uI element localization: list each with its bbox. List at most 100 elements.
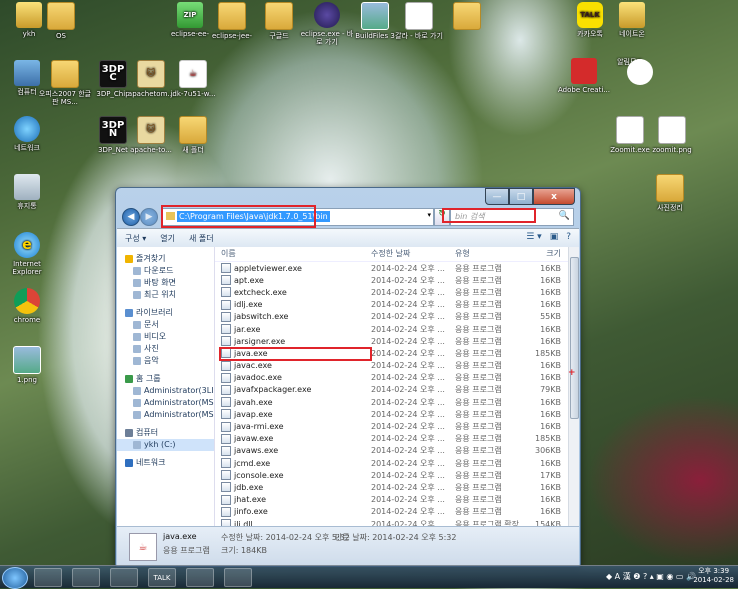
back-button[interactable]: ◀ — [122, 208, 140, 226]
desktop-icon-label: eclipse.exe - 바로 가기 — [300, 30, 354, 46]
vertical-scrollbar[interactable] — [568, 247, 579, 526]
search-box[interactable]: bin 검색 🔍 — [450, 208, 574, 226]
column-name[interactable]: 이름 — [215, 247, 367, 261]
file-row[interactable]: jar.exe 2014-02-24 오후 ... 응용 프로그램 16KB — [215, 323, 569, 335]
nav-group-header[interactable]: 네트워크 — [117, 457, 214, 469]
desktop-icon[interactable]: 구글드 — [252, 2, 306, 40]
explorer-window[interactable]: — □ x ◀ ▶ C:\Program Files\Java\jdk1.7.0… — [115, 187, 581, 567]
column-type[interactable]: 유형 — [451, 247, 521, 261]
scrollbar-thumb[interactable] — [570, 257, 579, 419]
exe-file-icon — [221, 263, 231, 274]
view-options-icon[interactable]: ☰ ▾ — [526, 232, 541, 242]
refresh-button[interactable]: ↻ — [434, 208, 450, 226]
file-row[interactable]: jinfo.exe 2014-02-24 오후 ... 응용 프로그램 16KB — [215, 506, 569, 518]
nav-item[interactable]: Administrator(3LINE — [117, 385, 214, 397]
maximize-button[interactable]: □ — [509, 188, 533, 205]
file-row[interactable]: java-rmi.exe 2014-02-24 오후 ... 응용 프로그램 16KB — [215, 420, 569, 432]
file-row[interactable]: jarsigner.exe 2014-02-24 오후 ... 응용 프로그램 16K… — [215, 335, 569, 347]
search-icon[interactable]: 🔍 — [559, 211, 570, 221]
preview-pane-icon[interactable]: ▣ — [550, 232, 559, 242]
nav-item[interactable]: Administrator(MSDN — [117, 397, 214, 409]
start-button[interactable] — [2, 567, 28, 589]
file-size: 16KB — [540, 482, 561, 492]
organize-button[interactable]: 구성 ▾ — [125, 233, 146, 244]
desktop-icon[interactable]: ☕ jdk-7u51-w... — [166, 60, 220, 98]
nav-item[interactable]: 문서 — [117, 319, 214, 331]
nav-item-icon — [133, 387, 141, 395]
system-tray[interactable]: ◆ A 漢 ❷ ? ▴ ▣ ◉ ▭ 🔊 — [606, 571, 696, 582]
desktop-icon[interactable] — [440, 2, 494, 32]
nav-item[interactable]: 다운로드 — [117, 265, 214, 277]
file-row[interactable]: javaws.exe 2014-02-24 오후 ... 응용 프로그램 306KB — [215, 445, 569, 457]
file-row[interactable]: appletviewer.exe 2014-02-24 오후 ... 응용 프로그램… — [215, 262, 569, 274]
nav-group-header[interactable]: 라이브러리 — [117, 307, 214, 319]
nav-item[interactable]: 최근 위치 — [117, 289, 214, 301]
nav-item[interactable]: Administrator(MSDN — [117, 409, 214, 421]
minimize-button[interactable]: — — [485, 188, 509, 205]
nav-item[interactable]: 바탕 화면 — [117, 277, 214, 289]
file-row[interactable]: jconsole.exe 2014-02-24 오후 ... 응용 프로그램 17KB — [215, 469, 569, 481]
nav-group-header[interactable]: 컴퓨터 — [117, 427, 214, 439]
address-bar[interactable]: C:\Program Files\Java\jdk1.7.0_51\bin ▾ — [162, 208, 434, 226]
desktop-icon-label: 사진정리 — [657, 204, 683, 212]
desktop-icon[interactable]: 사진정리 — [643, 174, 697, 212]
file-row[interactable]: javaw.exe 2014-02-24 오후 ... 응용 프로그램 185KB — [215, 433, 569, 445]
desktop-icon[interactable]: zoomit.png — [645, 116, 699, 154]
taskbar-app[interactable] — [110, 568, 138, 587]
file-row[interactable]: jcmd.exe 2014-02-24 오후 ... 응용 프로그램 16KB — [215, 457, 569, 469]
file-row[interactable]: jli.dll 2014-02-24 오후 ... 응용 프로그램 확장 154KB — [215, 518, 569, 526]
file-name: jar.exe — [215, 324, 367, 335]
nav-item[interactable]: 음악 — [117, 355, 214, 367]
img-icon — [13, 346, 41, 374]
taskbar-app[interactable] — [224, 568, 252, 587]
desktop-icon[interactable]: OS — [34, 2, 88, 40]
file-row[interactable]: java.exe 2014-02-24 오후 ... 응용 프로그램 185KB — [215, 347, 569, 359]
open-button[interactable]: 열기 — [160, 233, 175, 244]
new-folder-button[interactable]: 새 폴더 — [189, 233, 214, 244]
desktop-icon[interactable]: e Internet Explorer — [0, 232, 54, 276]
forward-button[interactable]: ▶ — [140, 208, 158, 226]
close-button[interactable]: x — [533, 188, 575, 205]
file-row[interactable]: javadoc.exe 2014-02-24 오후 ... 응용 프로그램 16KB — [215, 372, 569, 384]
file-date: 2014-02-24 오후 ... — [371, 446, 445, 456]
nav-item-label: 문서 — [144, 320, 159, 329]
address-dropdown-icon[interactable]: ▾ — [427, 211, 431, 219]
taskbar-app[interactable] — [186, 568, 214, 587]
nav-item[interactable]: ykh (C:) — [117, 439, 214, 451]
column-date[interactable]: 수정한 날짜 — [367, 247, 451, 261]
nav-item-icon — [133, 267, 141, 275]
nav-item[interactable]: 비디오 — [117, 331, 214, 343]
taskbar-app[interactable] — [34, 568, 62, 587]
desktop-icon[interactable]: chrome — [0, 288, 54, 324]
nav-group-header[interactable]: 즐겨찾기 — [117, 253, 214, 265]
file-row[interactable]: jabswitch.exe 2014-02-24 오후 ... 응용 프로그램 55K… — [215, 311, 569, 323]
file-row[interactable]: apt.exe 2014-02-24 오후 ... 응용 프로그램 16KB — [215, 274, 569, 286]
desktop-icon[interactable]: 네트워크 — [0, 116, 54, 152]
nav-group-header[interactable]: 홈 그룹 — [117, 373, 214, 385]
file-row[interactable]: extcheck.exe 2014-02-24 오후 ... 응용 프로그램 16KB — [215, 286, 569, 298]
file-row[interactable]: javap.exe 2014-02-24 오후 ... 응용 프로그램 16KB — [215, 408, 569, 420]
desktop-icon[interactable]: eclipse.exe - 바로 가기 — [300, 2, 354, 46]
nav-item-icon — [133, 321, 141, 329]
nav-item[interactable]: 사진 — [117, 343, 214, 355]
file-row[interactable]: idlj.exe 2014-02-24 오후 ... 응용 프로그램 16KB — [215, 299, 569, 311]
desktop-icon[interactable]: 1.png — [0, 346, 54, 384]
desktop-icon[interactable]: 새 폴더 — [166, 116, 220, 154]
taskbar-app[interactable] — [72, 568, 100, 587]
desktop-icon[interactable]: eclipse-jee- — [205, 2, 259, 40]
file-row[interactable]: jhat.exe 2014-02-24 오후 ... 응용 프로그램 16KB — [215, 494, 569, 506]
clock[interactable]: 오후 3:39 2014-02-28 — [693, 567, 734, 585]
desktop-icon[interactable]: 알림모드 — [603, 58, 657, 85]
desktop-icon[interactable]: 휴지통 — [0, 174, 54, 210]
desktop-icon[interactable]: 오피스2007 한글판 MS... — [38, 60, 92, 106]
file-row[interactable]: javah.exe 2014-02-24 오후 ... 응용 프로그램 16KB — [215, 396, 569, 408]
column-size[interactable]: 크기 — [521, 247, 563, 261]
taskbar-app[interactable]: TALK — [148, 568, 176, 587]
file-row[interactable]: jdb.exe 2014-02-24 오후 ... 응용 프로그램 16KB — [215, 481, 569, 493]
file-name-text: extcheck.exe — [234, 287, 287, 297]
desktop-icon[interactable]: 갈라 - 바로 가기 — [392, 2, 446, 40]
file-row[interactable]: javac.exe 2014-02-24 오후 ... 응용 프로그램 16KB — [215, 360, 569, 372]
file-row[interactable]: javafxpackager.exe 2014-02-24 오후 ... 응용 프로… — [215, 384, 569, 396]
desktop-icon[interactable]: 네이트온 — [605, 2, 659, 38]
help-icon[interactable]: ? — [566, 232, 571, 242]
